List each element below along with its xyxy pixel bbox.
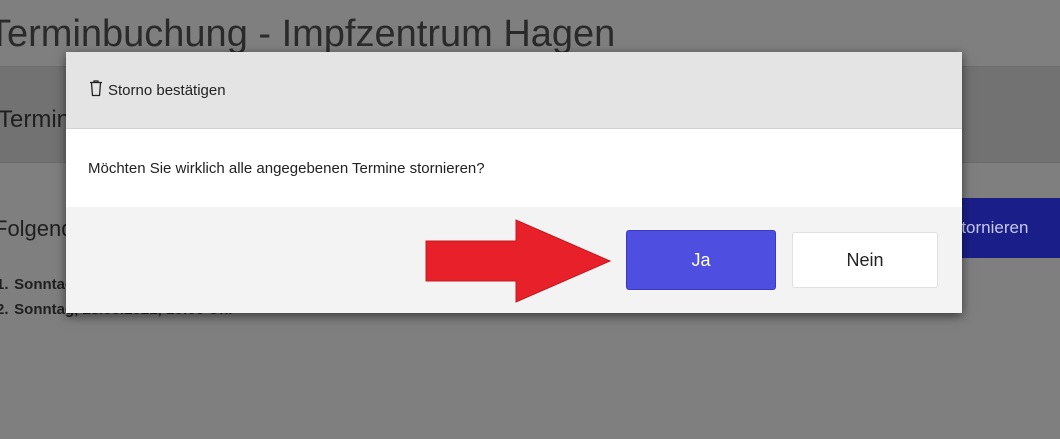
dialog-message: Möchten Sie wirklich alle angegebenen Te… [88, 159, 485, 177]
dialog-body: Möchten Sie wirklich alle angegebenen Te… [66, 129, 962, 207]
page-title: Terminbuchung - Impfzentrum Hagen [0, 13, 616, 55]
cancel-no-button[interactable]: Nein [792, 232, 938, 288]
list-item-number: 2. [0, 301, 9, 318]
trash-icon [88, 79, 108, 102]
dialog-header: Storno bestätigen [66, 52, 962, 129]
confirm-yes-button[interactable]: Ja [626, 230, 776, 290]
dialog-title: Storno bestätigen [108, 81, 226, 99]
arrow-right-icon [425, 219, 612, 303]
list-item-number: 1. [0, 276, 9, 293]
